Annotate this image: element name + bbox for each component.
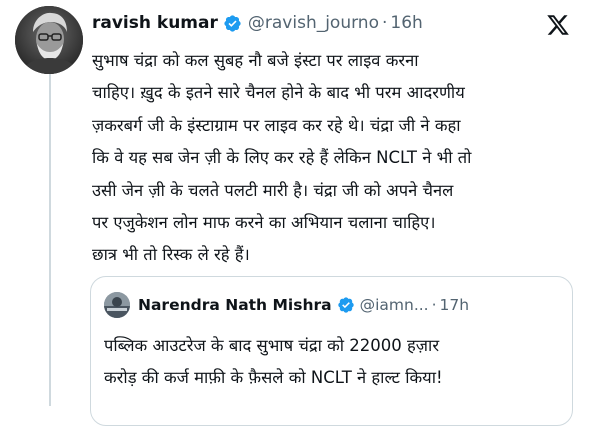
quoted-tweet-text-line: पब्लिक आउटरेज के बाद सुभाष चंद्रा को 220… [104, 336, 440, 355]
quoted-tweet-card[interactable]: Narendra Nath Mishra @iamn... · 17h पब्ल… [90, 276, 573, 426]
thread-line [49, 74, 51, 406]
avatar[interactable] [15, 6, 83, 74]
tweet-text-line: कि वे यह सब जेन ज़ी के लिए कर रहे हैं ले… [92, 148, 472, 168]
tweet-text-line: छात्र भी तो रिस्क ले रहे हैं। [92, 245, 250, 265]
tweet-body: सुभाष चंद्रा को कल सुबह नौ बजे इंस्टा पर… [92, 45, 572, 272]
author-handle[interactable]: @ravish_journo [248, 13, 379, 33]
quoted-author-display-name[interactable]: Narendra Nath Mishra [138, 296, 332, 314]
quoted-tweet-timestamp[interactable]: 17h [440, 296, 470, 314]
author-display-name[interactable]: ravish kumar [92, 13, 218, 33]
tweet-text-line: ज़करबर्ग जी के इंस्टाग्राम पर लाइव कर रह… [92, 115, 461, 135]
tweet-text-line: पर एजुकेशन लोन माफ करने का अभियान चलाना … [92, 213, 436, 233]
verified-badge-icon [337, 296, 355, 314]
tweet-text-line: सुभाष चंद्रा को कल सुबह नौ बजे इंस्टा पर… [92, 51, 419, 70]
tweet-text-line: चाहिए। ख़ुद के इतने सारे चैनल होने के बा… [92, 83, 465, 103]
avatar-photo [15, 6, 83, 74]
quoted-author-avatar[interactable] [104, 292, 130, 318]
quoted-author-handle[interactable]: @iamn... [360, 296, 429, 314]
tweet-text-line: उसी जेन ज़ी के चलते पलटी मारी है। चंद्रा… [92, 180, 454, 200]
verified-badge-icon [223, 14, 242, 33]
tweet-header: ravish kumar @ravish_journo · 16h [92, 12, 423, 34]
dot-separator: · [381, 13, 388, 33]
x-logo-icon[interactable] [546, 13, 570, 37]
quoted-tweet-text-line: करोड़ की कर्ज माफ़ी के फ़ैसले को NCLT ने… [104, 368, 443, 388]
dot-separator: · [431, 296, 437, 314]
quoted-tweet-body: पब्लिक आउटरेज के बाद सुभाष चंद्रा को 220… [104, 330, 564, 395]
quoted-tweet-header: Narendra Nath Mishra @iamn... · 17h [104, 292, 470, 318]
tweet-timestamp[interactable]: 16h [390, 13, 422, 33]
